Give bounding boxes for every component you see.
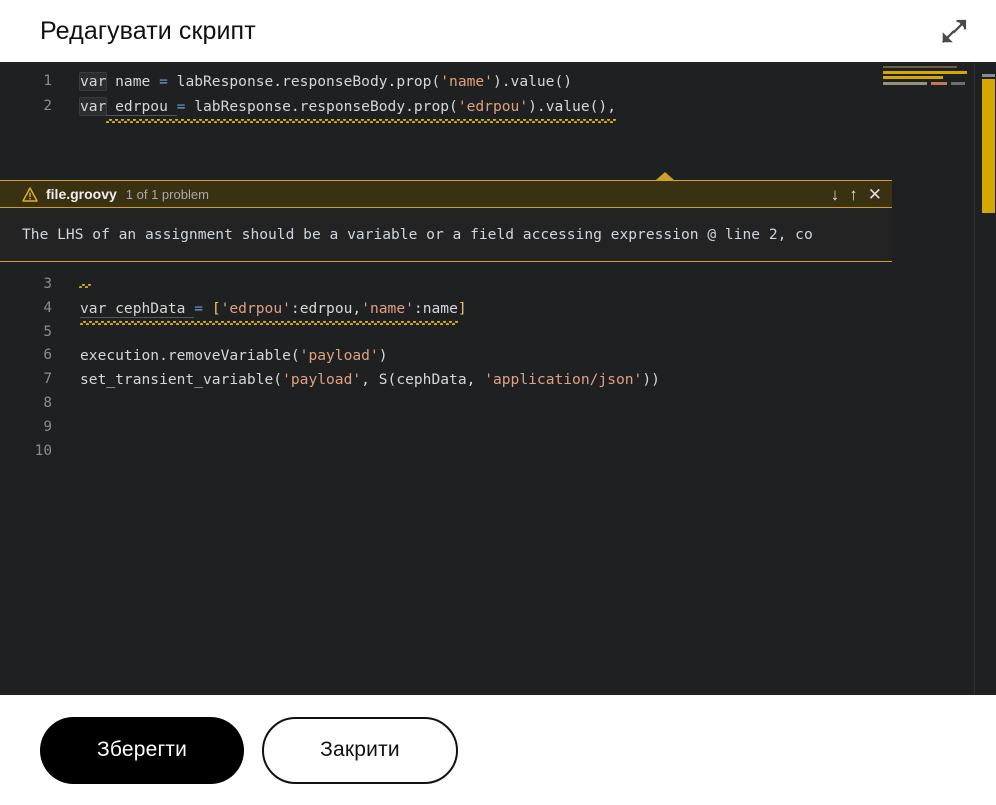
close-button[interactable]: Закрити	[262, 716, 458, 784]
line-number: 8	[43, 395, 52, 411]
code-line-1: 1 var name = labResponse.responseBody.pr…	[0, 70, 996, 94]
code-line-4: 4 var cephData = ['edrpou':edrpou,'name'…	[0, 297, 996, 325]
previous-problem-icon[interactable]: ↑	[847, 186, 860, 203]
code-editor[interactable]: 1 var name = labResponse.responseBody.pr…	[0, 62, 996, 695]
token-tail: ).value()	[492, 73, 573, 90]
token-keyword: var	[80, 73, 107, 90]
warning-triangle-icon	[22, 186, 38, 202]
line-number: 9	[43, 419, 52, 435]
token-string: 'edrpou'	[220, 300, 291, 317]
token-identifier: cephData	[106, 300, 195, 318]
token-value: :name	[413, 300, 458, 317]
expand-diagonal-icon-button[interactable]	[934, 11, 974, 51]
token-string: 'application/json'	[484, 371, 643, 388]
edit-script-dialog: Редагувати скрипт 1 var name = labRespon…	[0, 0, 996, 805]
save-button[interactable]: Зберегти	[40, 716, 244, 784]
token-identifier: edrpou	[106, 98, 177, 116]
code-line-10: 10	[0, 440, 996, 464]
token-call: execution.removeVariable(	[80, 347, 300, 364]
code-line-3: 3	[0, 273, 996, 297]
token-paren: ))	[642, 371, 660, 388]
code-line-7: 7 set_transient_variable('payload', S(ce…	[0, 368, 996, 392]
code-line-8: 8	[0, 392, 996, 416]
token-value: :edrpou,	[290, 300, 362, 317]
close-icon[interactable]: ✕	[866, 186, 884, 203]
editor-minimap[interactable]	[879, 62, 975, 695]
line-number: 10	[34, 443, 52, 459]
problem-peek-panel: file.groovy 1 of 1 problem ↓ ↑ ✕ The LHS…	[0, 180, 892, 262]
problem-actions: ↓ ↑ ✕	[829, 186, 884, 203]
token-call: set_transient_variable(	[80, 371, 283, 388]
problem-peek-body: The LHS of an assignment should be a var…	[0, 208, 892, 262]
page-title: Редагувати скрипт	[40, 16, 256, 45]
token-string: 'payload'	[299, 347, 379, 364]
token-string: 'name'	[361, 300, 414, 317]
problem-file-name: file.groovy	[46, 186, 117, 202]
error-squiggle: edrpou = labResponse.responseBody.prop('…	[106, 95, 616, 123]
token-operator: =	[194, 300, 204, 317]
token-chain: labResponse.responseBody.prop(	[167, 73, 441, 90]
line-number: 6	[43, 347, 52, 363]
code-line-5: 5	[0, 321, 996, 345]
next-problem-icon[interactable]: ↓	[829, 186, 842, 203]
token-operator: =	[159, 73, 168, 90]
token-bracket-close: ]	[457, 300, 467, 317]
code-line-9: 9	[0, 416, 996, 440]
token-string: 'payload'	[282, 371, 362, 388]
expand-diagonal-icon	[941, 18, 967, 44]
scrollbar-top-marker	[982, 74, 995, 77]
token-keyword: var	[80, 300, 107, 318]
token-identifier: name	[106, 73, 160, 90]
code-line-content: execution.removeVariable('payload')	[52, 344, 388, 368]
token-string: 'name'	[440, 73, 493, 90]
code-line-content: var edrpou = labResponse.responseBody.pr…	[52, 95, 616, 123]
problem-peek-header: file.groovy 1 of 1 problem ↓ ↑ ✕	[0, 180, 892, 208]
line-number: 7	[43, 371, 52, 387]
code-line-6: 6 execution.removeVariable('payload')	[0, 344, 996, 368]
code-surface[interactable]: 1 var name = labResponse.responseBody.pr…	[0, 62, 996, 695]
line-number: 2	[43, 98, 52, 114]
dialog-header: Редагувати скрипт	[0, 0, 996, 62]
problem-count: 1 of 1 problem	[125, 186, 209, 202]
line-number: 5	[43, 324, 52, 340]
peek-pointer-arrow	[656, 172, 674, 180]
code-line-content: set_transient_variable('payload', S(ceph…	[52, 368, 660, 392]
line-number: 1	[43, 73, 52, 89]
line-number: 4	[43, 300, 52, 316]
token-tail: ).value(),	[528, 98, 616, 115]
token-paren: )	[378, 347, 388, 364]
code-line-content: var cephData = ['edrpou':edrpou,'name':n…	[52, 297, 467, 325]
dialog-footer: Зберегти Закрити	[0, 695, 996, 805]
editor-scrollbar[interactable]	[974, 62, 996, 695]
code-line-2: 2 var edrpou = labResponse.responseBody.…	[0, 95, 996, 123]
token-args: , S(cephData,	[361, 371, 485, 388]
token-chain: labResponse.responseBody.prop(	[185, 98, 458, 115]
token-bracket-open: [	[203, 300, 221, 317]
scrollbar-thumb[interactable]	[982, 79, 995, 213]
token-keyword: var	[80, 98, 107, 115]
problem-message: The LHS of an assignment should be a var…	[22, 226, 813, 243]
line-number: 3	[43, 276, 52, 292]
token-string: 'edrpou'	[457, 98, 529, 115]
code-line-content: var name = labResponse.responseBody.prop…	[52, 70, 572, 94]
error-squiggle: var cephData = ['edrpou':edrpou,'name':n…	[80, 297, 458, 325]
